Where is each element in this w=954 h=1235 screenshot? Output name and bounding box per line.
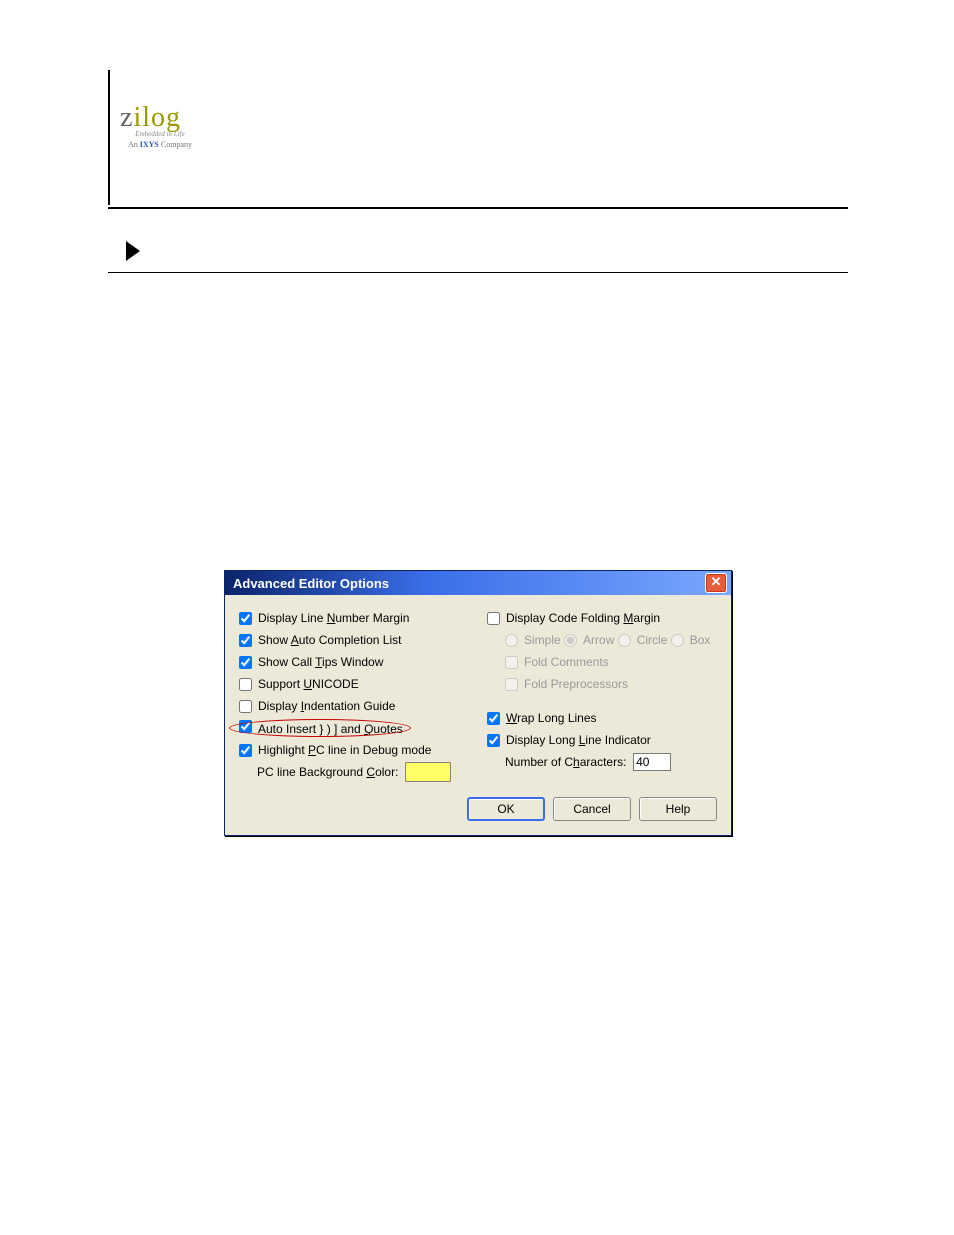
label-unicode: Support UNICODE xyxy=(258,677,359,691)
logo: zilog Embedded in Life An IXYS Company xyxy=(120,102,200,149)
body-p3: To enable this option, select the Auto I… xyxy=(176,443,844,488)
ok-button[interactable]: OK xyxy=(467,797,545,821)
close-icon[interactable]: ✕ xyxy=(705,573,727,593)
label-circle: Circle xyxy=(637,633,668,647)
note-label: Note: xyxy=(152,242,189,260)
circled-highlight: Auto Insert } ) ] and Quotes xyxy=(239,720,403,736)
radio-simple xyxy=(505,634,518,647)
label-highlight-pc: Highlight PC line in Debug mode xyxy=(258,743,431,757)
label-num-characters: Number of Characters: xyxy=(505,755,626,769)
body-text: This section covers auto insertion and b… xyxy=(176,300,844,506)
pc-bg-color-swatch[interactable] xyxy=(405,762,451,782)
advanced-editor-options-dialog: Advanced Editor Options ✕ Display Line N… xyxy=(224,570,732,836)
label-indentation-guide: Display Indentation Guide xyxy=(258,699,395,713)
note-arrow-icon xyxy=(126,241,140,261)
radio-circle xyxy=(618,634,631,647)
cancel-button[interactable]: Cancel xyxy=(553,797,631,821)
doc-subtitle: User Manual xyxy=(623,174,848,191)
body-p1: This section covers auto insertion and b… xyxy=(176,300,844,323)
rule-bottom xyxy=(108,272,848,273)
label-call-tips: Show Call Tips Window xyxy=(258,655,383,669)
body-p2: When you type an open brace, open bracke… xyxy=(176,380,844,425)
label-fold-preprocessors: Fold Preprocessors xyxy=(524,677,628,691)
rule-top xyxy=(108,207,848,209)
label-auto-completion: Show Auto Completion List xyxy=(258,633,401,647)
checkbox-indentation-guide[interactable] xyxy=(239,700,252,713)
checkbox-line-number-margin[interactable] xyxy=(239,612,252,625)
radio-box xyxy=(671,634,684,647)
dialog-titlebar[interactable]: Advanced Editor Options ✕ xyxy=(225,571,731,595)
label-line-number-margin: Display Line Number Margin xyxy=(258,611,409,625)
checkbox-auto-insert[interactable] xyxy=(239,720,252,733)
checkbox-auto-completion[interactable] xyxy=(239,634,252,647)
figure-caption: Figure 99. Selecting the Auto Insert Che… xyxy=(108,882,848,898)
label-arrow: Arrow xyxy=(583,633,614,647)
checkbox-unicode[interactable] xyxy=(239,678,252,691)
checkbox-call-tips[interactable] xyxy=(239,656,252,669)
checkbox-fold-preprocessors xyxy=(505,678,518,691)
input-num-characters[interactable] xyxy=(633,753,671,771)
page-header: Zilog Developer Studio II – ZNEO™ User M… xyxy=(623,155,848,191)
note-text: This feature is available only if the Au… xyxy=(199,234,848,268)
checkbox-wrap-lines[interactable] xyxy=(487,712,500,725)
dialog-title: Advanced Editor Options xyxy=(233,576,389,591)
left-column: Display Line Number Margin Show Auto Com… xyxy=(239,607,469,783)
note-row: Note: This feature is available only if … xyxy=(108,234,848,268)
help-button[interactable]: Help xyxy=(639,797,717,821)
label-fold-comments: Fold Comments xyxy=(524,655,609,669)
checkbox-long-line-indicator[interactable] xyxy=(487,734,500,747)
dialog-buttons: OK Cancel Help xyxy=(225,793,731,835)
label-simple: Simple xyxy=(524,633,561,647)
section-heading: Auto Insertion xyxy=(108,341,844,374)
label-wrap-lines: Wrap Long Lines xyxy=(506,711,597,725)
label-box: Box xyxy=(690,633,711,647)
radio-arrow xyxy=(564,634,577,647)
logo-company: An IXYS Company xyxy=(120,140,200,149)
right-column: Display Code Folding Margin Simple Arrow… xyxy=(487,607,717,783)
checkbox-code-folding[interactable] xyxy=(487,612,500,625)
checkbox-highlight-pc[interactable] xyxy=(239,744,252,757)
label-code-folding: Display Code Folding Margin xyxy=(506,611,660,625)
label-pc-bg-color: PC line Background Color: xyxy=(257,765,398,779)
checkbox-fold-comments xyxy=(505,656,518,669)
label-long-line-indicator: Display Long Line Indicator xyxy=(506,733,651,747)
doc-title: Zilog Developer Studio II – ZNEO™ xyxy=(623,155,848,172)
label-auto-insert: Auto Insert } ) ] and Quotes xyxy=(258,722,403,736)
